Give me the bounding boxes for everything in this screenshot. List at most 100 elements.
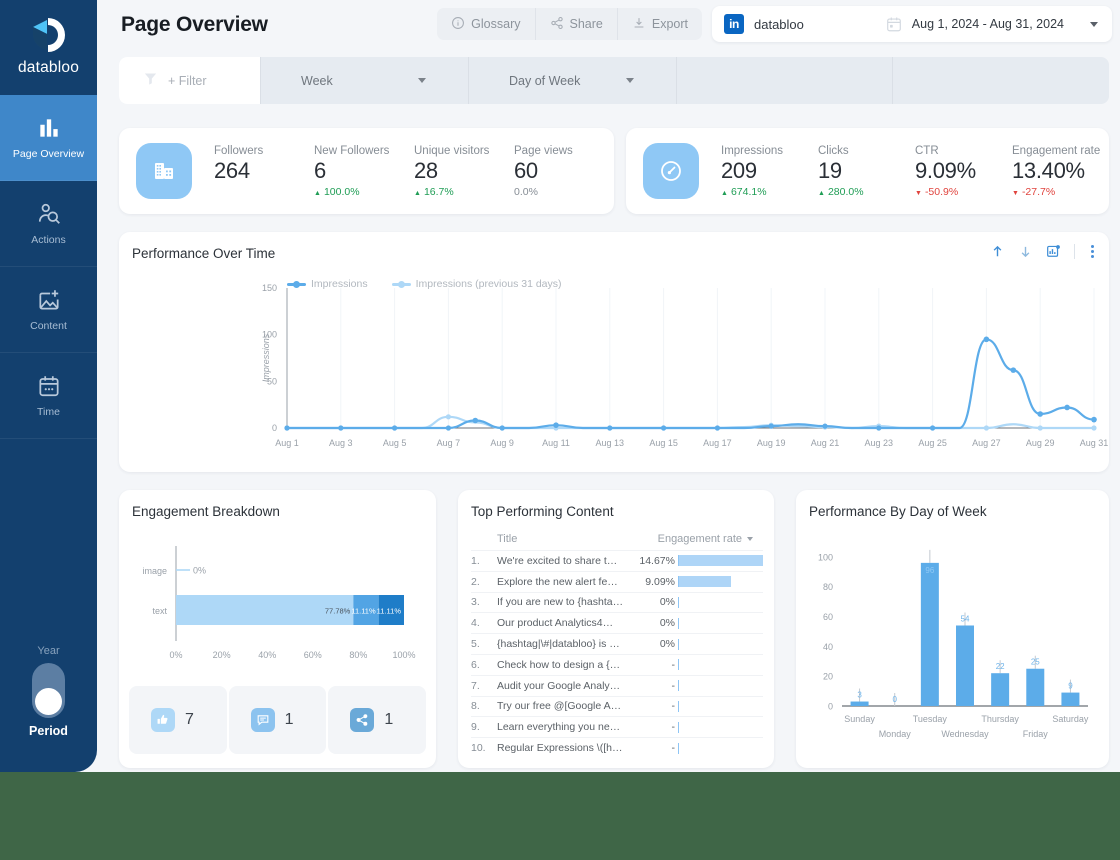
engagement-tile-comments[interactable]: 1 [228,686,327,754]
sidebar-item-actions[interactable]: Actions [0,181,97,267]
engagement-tile-likes[interactable]: 7 [129,686,227,754]
date-range-selector[interactable]: Aug 1, 2024 - Aug 31, 2024 [885,15,1064,33]
row-rate-bar [675,721,763,733]
engagement-tile-shares[interactable]: 1 [328,686,427,754]
row-title[interactable]: Explore the new alert fe… [497,576,627,588]
sidebar-item-label: Content [30,320,67,332]
row-title[interactable]: Check how to design a {… [497,659,627,671]
svg-text:Aug 13: Aug 13 [596,438,625,448]
table-row[interactable]: 8. Try our free @[Google A… - [471,695,763,717]
export-button[interactable]: Export [618,8,702,40]
table-row[interactable]: 9. Learn everything you ne… - [471,716,763,737]
glossary-button[interactable]: Glossary [437,8,536,40]
svg-text:Aug 23: Aug 23 [865,438,894,448]
calendar-icon [36,373,62,399]
row-index: 6. [471,658,480,671]
engagement-breakdown-card: Engagement Breakdown image 0% text 77.78% 11… [119,490,436,768]
row-title[interactable]: Our product Analytics4… [497,617,627,629]
arrow-up-icon[interactable] [990,244,1005,259]
table-row[interactable]: 2. Explore the new alert fe… 9.09% [471,570,763,592]
top-performing-content-card: Top Performing Content Title Engagement … [458,490,774,768]
dashboard-app: databloo Page Overview Actions Content T… [0,0,1120,772]
add-filter-button[interactable]: + Filter [119,57,261,104]
account-date-selector[interactable]: in databloo Aug 1, 2024 - Aug 31, 2024 [712,6,1112,42]
image-add-icon [36,287,62,313]
card-title: Performance Over Time [132,246,276,261]
svg-text:80: 80 [823,582,833,592]
kpi-value: 9.09% [915,157,976,183]
svg-text:Aug 21: Aug 21 [811,438,840,448]
toggle-knob[interactable] [35,688,62,715]
kpi-delta: 0.0% [514,186,614,198]
kpi-card-engagement: Impressions 209 674.1% Clicks 19 280.0% … [626,128,1109,214]
row-title[interactable]: If you are new to {hashta… [497,596,627,608]
chart-export-icon[interactable] [1046,244,1061,259]
kpi-delta-value: 16.7% [423,185,454,198]
table-row[interactable]: 7. Audit your Google Analy… - [471,674,763,696]
sidebar-item-content[interactable]: Content [0,267,97,353]
comment-icon [250,708,275,732]
svg-text:Aug 17: Aug 17 [703,438,732,448]
row-index: 2. [471,575,480,588]
svg-text:Aug 29: Aug 29 [1026,438,1055,448]
toggle-option-period[interactable]: Period [29,724,68,738]
kpi-name: Clicks [818,144,849,157]
kpi-name: New Followers [314,144,390,157]
row-title[interactable]: We're excited to share t… [497,555,627,567]
arrow-down-icon [1012,186,1019,198]
arrow-up-icon [314,186,321,198]
row-title[interactable]: Try our free @[Google A… [497,700,627,712]
kpi-name: Page views [514,144,573,157]
table-row[interactable]: 3. If you are new to {hashta… 0% [471,591,763,613]
svg-text:text: text [152,606,167,616]
kpi-delta-value: 100.0% [323,185,360,198]
table-row[interactable]: 6. Check how to design a {… - [471,653,763,675]
kpi-value: 19 [818,157,842,183]
row-index: 8. [471,700,480,713]
row-title[interactable]: Learn everything you ne… [497,721,627,733]
svg-text:11.11%: 11.11% [377,607,402,616]
chevron-down-icon[interactable] [1090,21,1098,27]
kpi-delta-value: -27.7% [1021,185,1056,198]
filter-segment-empty-1[interactable] [677,57,893,104]
table-row[interactable]: 4. Our product Analytics4… 0% [471,612,763,633]
sidebar: databloo Page Overview Actions Content T… [0,0,97,772]
sidebar-item-time[interactable]: Time [0,353,97,439]
arrow-down-icon[interactable] [1018,244,1033,259]
row-title[interactable]: Audit your Google Analy… [497,680,627,692]
toggle-option-year[interactable]: Year [37,645,59,657]
row-title[interactable]: {hashtag|\#|databloo} is … [497,638,627,650]
svg-text:Friday: Friday [1023,729,1049,739]
sort-descending-icon[interactable] [747,537,753,541]
row-rate: - [671,679,676,692]
svg-text:Thursday: Thursday [981,714,1019,724]
sidebar-item-page-overview[interactable]: Page Overview [0,95,97,181]
chevron-down-icon[interactable] [626,78,634,83]
kpi-delta: 674.1% [721,186,818,198]
chevron-down-icon[interactable] [418,78,426,83]
filter-segment-week[interactable]: Week [261,57,469,104]
sidebar-item-label: Page Overview [12,148,85,160]
databloo-logo-icon [27,14,69,56]
company-building-icon [136,143,192,199]
row-title[interactable]: Regular Expressions \([h… [497,742,627,754]
svg-text:0: 0 [272,423,277,433]
filter-segment-empty-2[interactable] [893,57,1109,104]
table-row[interactable]: 5. {hashtag|\#|databloo} is … 0% [471,633,763,654]
svg-text:Aug 27: Aug 27 [972,438,1001,448]
download-icon [632,16,646,33]
kebab-menu-icon[interactable] [1088,245,1097,258]
share-button[interactable]: Share [536,8,618,40]
filter-segment-label: Week [301,73,333,88]
period-year-toggle[interactable]: Year Period [0,645,97,738]
kpi-metric-impressions: Impressions 209 674.1% [721,145,818,198]
column-engagement-rate[interactable]: Engagement rate [627,533,763,545]
kpi-metric-followers: Followers 264 [214,145,314,198]
kpi-delta-value: 280.0% [827,185,864,198]
filter-segment-day-of-week[interactable]: Day of Week [469,57,677,104]
toggle-track[interactable] [32,663,65,718]
kpi-metric-engagement-rate: Engagement rate 13.40% -27.7% [1012,145,1109,198]
table-row[interactable]: 10. Regular Expressions \([h… - [471,737,763,758]
table-row[interactable]: 1. We're excited to share t… 14.67% [471,550,763,571]
svg-text:image: image [142,566,167,576]
